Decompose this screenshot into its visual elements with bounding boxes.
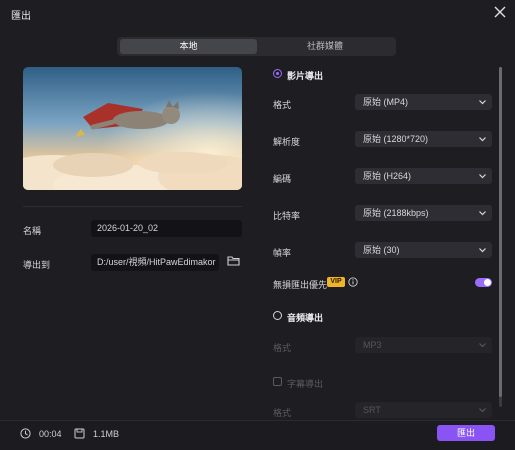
chevron-down-icon (479, 343, 486, 348)
bitrate-label: 比特率 (273, 211, 301, 221)
bitrate-select[interactable]: 原始 (2188kbps) (355, 205, 492, 221)
framerate-select[interactable]: 原始 (30) (355, 242, 492, 258)
framerate-label: 幀率 (273, 248, 292, 258)
tab-bar: 本地 社群媒體 (117, 37, 396, 56)
chevron-down-icon (479, 100, 486, 105)
file-size-text: 1.1MB (93, 429, 120, 439)
resolution-select[interactable]: 原始 (1280*720) (355, 131, 492, 147)
tab-local[interactable]: 本地 (120, 39, 257, 54)
subtitle-format-value: SRT (363, 405, 381, 415)
export-to-label: 導出到 (23, 260, 51, 270)
codec-select[interactable]: 原始 (H264) (355, 168, 492, 184)
tab-social-media[interactable]: 社群媒體 (257, 39, 393, 54)
chevron-down-icon (479, 174, 486, 179)
folder-icon[interactable] (227, 255, 240, 266)
video-export-section-title: 影片導出 (287, 71, 324, 81)
close-icon[interactable] (493, 5, 507, 19)
export-path-field[interactable]: D:/user/視頻/HitPawEdimakor (91, 254, 219, 271)
name-label: 名稱 (23, 226, 42, 236)
format-value: 原始 (MP4) (363, 97, 409, 107)
audio-export-radio[interactable] (273, 311, 282, 320)
left-divider (23, 206, 242, 207)
chevron-down-icon (479, 137, 486, 142)
clock-icon (20, 428, 31, 439)
format-select[interactable]: 原始 (MP4) (355, 94, 492, 110)
lossless-priority-toggle[interactable] (475, 278, 492, 287)
lossless-priority-label: 無損匯出優先 (273, 280, 328, 290)
chevron-down-icon (479, 248, 486, 253)
video-preview-thumbnail (23, 67, 242, 190)
scrollbar-thumb[interactable] (499, 67, 502, 397)
bitrate-value: 原始 (2188kbps) (363, 208, 429, 218)
resolution-label: 解析度 (273, 137, 301, 147)
video-export-radio[interactable] (273, 69, 282, 78)
subtitle-format-select[interactable]: SRT (355, 402, 492, 418)
title-bar: 匯出 (0, 0, 515, 26)
audio-export-section-title: 音頻導出 (287, 313, 324, 323)
vip-badge: VIP (327, 277, 345, 287)
subtitle-export-label: 字幕導出 (287, 379, 324, 389)
framerate-value: 原始 (30) (363, 245, 400, 255)
settings-scrollbar[interactable] (499, 67, 502, 407)
resolution-value: 原始 (1280*720) (363, 134, 429, 144)
audio-format-label: 格式 (273, 343, 292, 353)
format-label: 格式 (273, 100, 292, 110)
codec-label: 編碼 (273, 174, 292, 184)
chevron-down-icon (479, 408, 486, 413)
storage-icon (74, 428, 85, 439)
export-button[interactable]: 匯出 (437, 425, 495, 441)
window-title: 匯出 (11, 11, 31, 22)
subtitle-export-checkbox[interactable] (273, 377, 282, 386)
audio-format-select[interactable]: MP3 (355, 337, 492, 353)
audio-format-value: MP3 (363, 340, 382, 350)
name-input[interactable]: 2026-01-20_02 (91, 220, 242, 237)
codec-value: 原始 (H264) (363, 171, 412, 181)
subtitle-format-label: 格式 (273, 408, 292, 418)
duration-text: 00:04 (39, 429, 62, 439)
chevron-down-icon (479, 211, 486, 216)
info-icon[interactable] (348, 277, 358, 287)
